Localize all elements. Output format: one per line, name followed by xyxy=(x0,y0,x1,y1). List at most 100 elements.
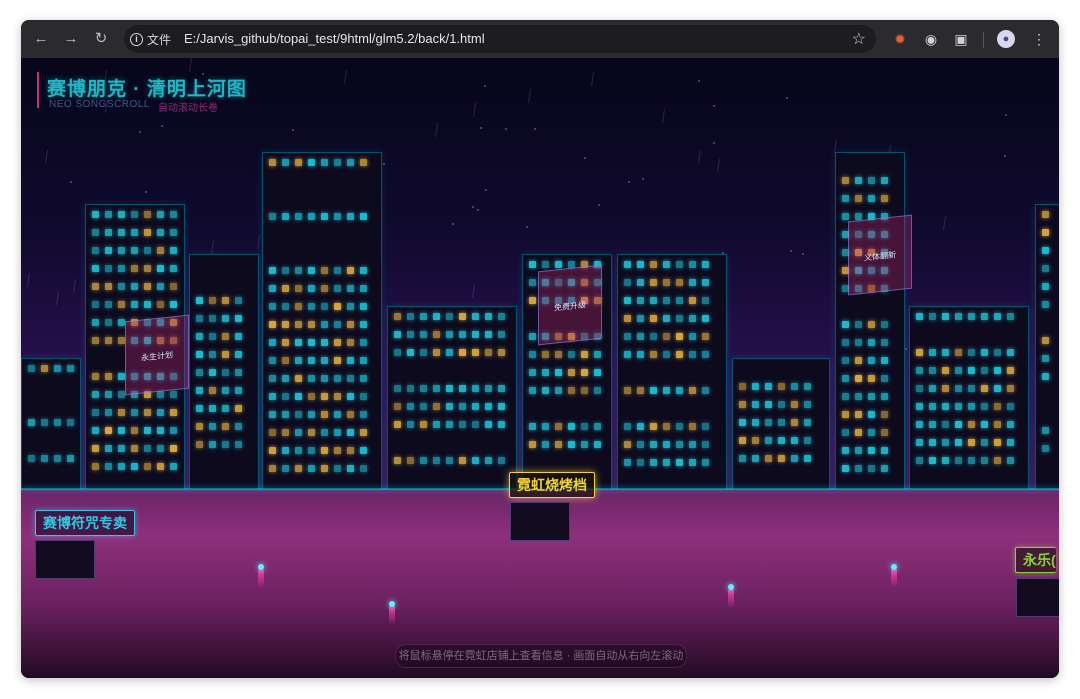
building-window xyxy=(295,465,302,472)
browser-window: ← → ↻ i 文件 E:/Jarvis_github/topai_test/9… xyxy=(21,20,1059,678)
shop-sign[interactable]: 赛博符咒专卖 xyxy=(35,510,135,536)
building-window xyxy=(446,313,453,320)
menu-icon[interactable]: ⋮ xyxy=(1030,30,1048,48)
puzzle-icon[interactable]: ▣ xyxy=(952,30,970,48)
building-window xyxy=(1007,313,1014,320)
building-window xyxy=(269,303,276,310)
raindrop xyxy=(834,138,837,154)
building-window xyxy=(868,411,875,418)
building-window xyxy=(105,463,112,470)
building-window xyxy=(689,279,696,286)
page-viewport: 赛博朋克 · 清明上河图 NEO SONGSCROLL 自动滚动长卷 永生计划 … xyxy=(21,58,1059,678)
street-lamp xyxy=(258,564,264,588)
building-window xyxy=(868,375,875,382)
site-info-chip[interactable]: i 文件 xyxy=(130,29,171,49)
building-window xyxy=(881,195,888,202)
building-window xyxy=(235,315,242,322)
building-window xyxy=(929,403,936,410)
shop-front[interactable] xyxy=(510,502,570,541)
building-window xyxy=(752,383,759,390)
building-window xyxy=(1042,247,1049,254)
building-window xyxy=(663,387,670,394)
profile-icon[interactable]: ● xyxy=(997,30,1015,48)
building-window xyxy=(868,321,875,328)
building-window xyxy=(420,403,427,410)
building-window xyxy=(334,213,341,220)
billboard[interactable]: 免费升级 xyxy=(538,264,602,346)
building-window xyxy=(637,279,644,286)
building-window xyxy=(881,357,888,364)
building-window xyxy=(929,313,936,320)
shop-sign[interactable]: 霓虹烧烤档 xyxy=(509,472,595,498)
building-window xyxy=(308,429,315,436)
building-window xyxy=(28,455,35,462)
building-window xyxy=(624,441,631,448)
building-window xyxy=(222,405,229,412)
building-window xyxy=(282,303,289,310)
building-window xyxy=(157,427,164,434)
shop-sign[interactable]: 永乐( xyxy=(1015,547,1056,573)
url-text[interactable]: E:/Jarvis_github/topai_test/9html/glm5.2… xyxy=(184,31,485,46)
building-window xyxy=(360,159,367,166)
building-window xyxy=(360,321,367,328)
building-window xyxy=(334,375,341,382)
building-window xyxy=(765,401,772,408)
building-window xyxy=(394,313,401,320)
building-window xyxy=(472,313,479,320)
building-window xyxy=(41,455,48,462)
building-window xyxy=(1007,367,1014,374)
building-window xyxy=(54,419,61,426)
building-window xyxy=(54,455,61,462)
building-window xyxy=(663,279,670,286)
building-window xyxy=(433,385,440,392)
building-window xyxy=(282,429,289,436)
building-window xyxy=(67,455,74,462)
building-window xyxy=(663,315,670,322)
building-window xyxy=(157,445,164,452)
building-window xyxy=(92,409,99,416)
extension-icon[interactable]: ◉ xyxy=(922,30,940,48)
reload-icon[interactable]: ↻ xyxy=(91,29,111,49)
building-window xyxy=(529,333,536,340)
billboard[interactable]: 永生计划 xyxy=(125,314,189,396)
building-window xyxy=(105,283,112,290)
building-window xyxy=(170,409,177,416)
building-window xyxy=(842,393,849,400)
building-window xyxy=(568,387,575,394)
back-icon[interactable]: ← xyxy=(31,29,51,49)
building-window xyxy=(881,177,888,184)
building-window xyxy=(881,465,888,472)
building-window xyxy=(555,261,562,268)
forward-icon[interactable]: → xyxy=(61,29,81,49)
building-window xyxy=(485,457,492,464)
building-window xyxy=(308,285,315,292)
building-window xyxy=(1042,337,1049,344)
building-window xyxy=(269,159,276,166)
building-window xyxy=(433,313,440,320)
hover-hint: 将鼠标悬停在霓虹店铺上查看信息 · 画面自动从右向左滚动 xyxy=(395,644,687,668)
building-window xyxy=(92,301,99,308)
star-icon[interactable]: ☆ xyxy=(852,29,866,49)
building-window xyxy=(555,441,562,448)
building-window xyxy=(407,403,414,410)
building-window xyxy=(420,331,427,338)
building-window xyxy=(994,313,1001,320)
shop-front[interactable] xyxy=(35,540,95,579)
raindrop xyxy=(662,108,665,124)
building-window xyxy=(739,455,746,462)
star xyxy=(472,206,474,208)
building-window xyxy=(92,463,99,470)
star xyxy=(480,127,482,129)
billboard[interactable]: 义体翻新 xyxy=(848,214,912,296)
building-window xyxy=(131,445,138,452)
extension-icon[interactable]: ✹ xyxy=(891,30,909,48)
building-window xyxy=(1007,439,1014,446)
building-window xyxy=(981,349,988,356)
building-window xyxy=(196,387,203,394)
building xyxy=(21,358,81,492)
shop-front[interactable] xyxy=(1016,578,1059,617)
building-window xyxy=(994,457,1001,464)
building-window xyxy=(498,457,505,464)
address-bar[interactable]: i 文件 E:/Jarvis_github/topai_test/9html/g… xyxy=(124,25,876,53)
building-window xyxy=(118,283,125,290)
